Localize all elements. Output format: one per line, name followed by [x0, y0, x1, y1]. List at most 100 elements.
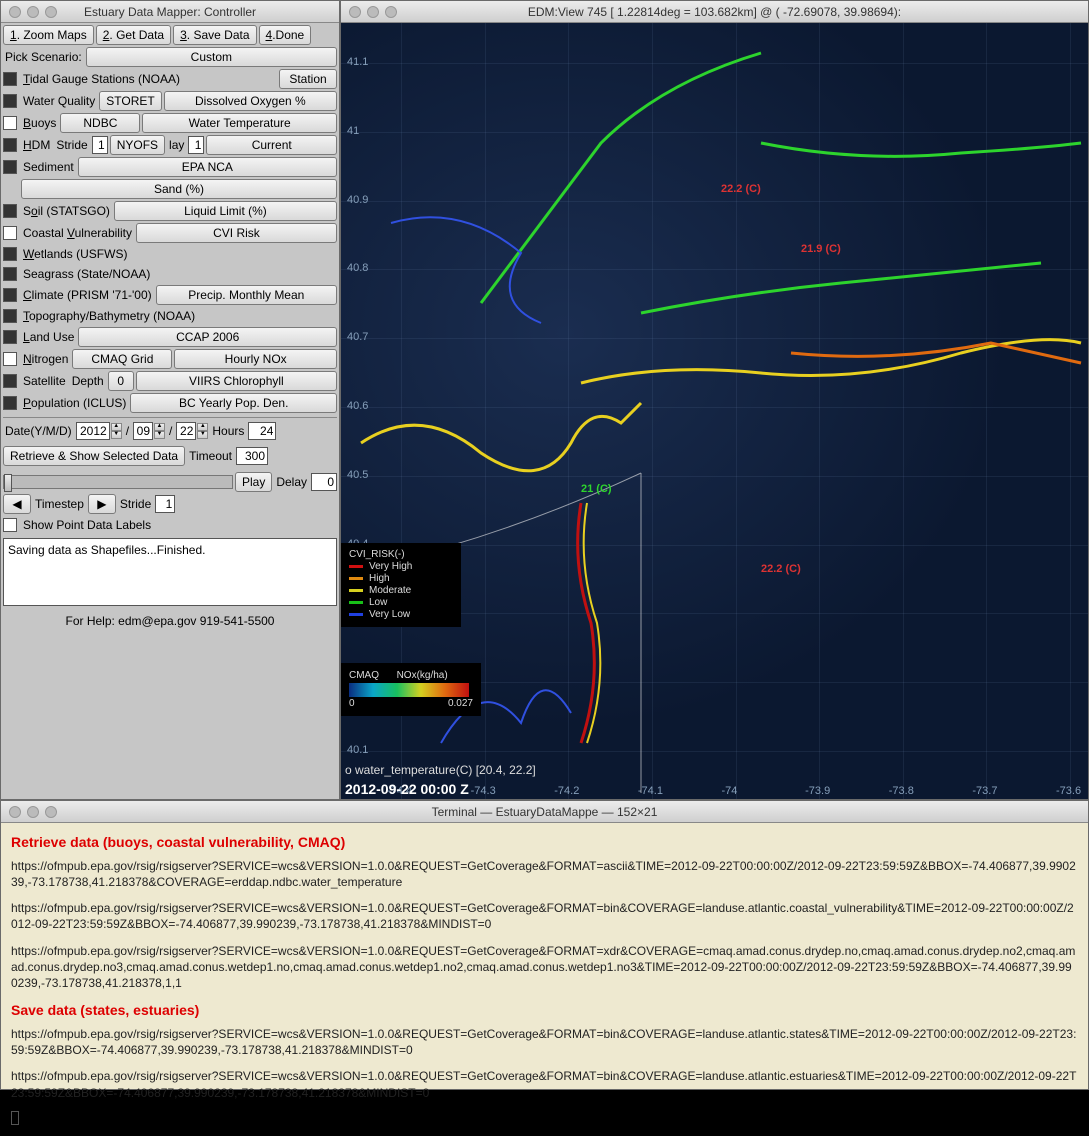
tab-save-data[interactable]: 3. Save Data: [173, 25, 256, 45]
terminal-line: https://ofmpub.epa.gov/rsig/rsigserver?S…: [11, 900, 1078, 932]
retrieve-button[interactable]: Retrieve & Show Selected Data: [3, 446, 185, 466]
month-spinner[interactable]: ▲▼: [154, 423, 165, 439]
timestep-next-button[interactable]: ▶: [88, 494, 116, 514]
hdm-lay-input[interactable]: [188, 136, 204, 154]
climate-label: Climate (PRISM '71-'00): [21, 286, 154, 304]
liquid-limit-btn[interactable]: Liquid Limit (%): [114, 201, 337, 221]
cvi-legend: CVI_RISK(-) Very HighHighModerateLowVery…: [341, 543, 461, 627]
terminal-line: https://ofmpub.epa.gov/rsig/rsigserver?S…: [11, 943, 1078, 992]
topo-checkbox[interactable]: [3, 309, 17, 323]
terminal-line: https://ofmpub.epa.gov/rsig/rsigserver?S…: [11, 1068, 1078, 1100]
waterquality-label: Water Quality: [21, 92, 97, 110]
terminal-output[interactable]: Retrieve data (buoys, coastal vulnerabil…: [1, 823, 1088, 1136]
hourly-nox-btn[interactable]: Hourly NOx: [174, 349, 337, 369]
sand-btn[interactable]: Sand (%): [21, 179, 337, 199]
seagrass-label: Seagrass (State/NOAA): [21, 265, 152, 283]
status-message: Saving data as Shapefiles...Finished.: [3, 538, 337, 606]
timestep-prev-button[interactable]: ◀: [3, 494, 31, 514]
dissolved-oxygen-btn[interactable]: Dissolved Oxygen %: [164, 91, 337, 111]
wetlands-checkbox[interactable]: [3, 247, 17, 261]
buoys-checkbox[interactable]: [3, 116, 17, 130]
legend-swatch: [349, 577, 363, 580]
hdm-lay-label: lay: [167, 136, 186, 154]
map-canvas[interactable]: 41.14140.940.840.740.640.540.440.340.240…: [341, 23, 1088, 799]
play-button[interactable]: Play: [235, 472, 272, 492]
population-checkbox[interactable]: [3, 396, 17, 410]
day-spinner[interactable]: ▲▼: [197, 423, 208, 439]
ndbc-btn[interactable]: NDBC: [60, 113, 140, 133]
scenario-select[interactable]: Custom: [86, 47, 337, 67]
cvi-legend-title: CVI_RISK(-): [349, 549, 453, 560]
cvi-risk-btn[interactable]: CVI Risk: [136, 223, 337, 243]
tidal-station-btn[interactable]: Station: [279, 69, 337, 89]
tidal-checkbox[interactable]: [3, 72, 17, 86]
play-slider[interactable]: [3, 475, 233, 489]
terminal-title: Terminal — EstuaryDataMappe — 152×21: [1, 805, 1088, 819]
popden-btn[interactable]: BC Yearly Pop. Den.: [130, 393, 337, 413]
controller-titlebar[interactable]: Estuary Data Mapper: Controller: [1, 1, 339, 23]
depth-label: Depth: [70, 372, 106, 390]
data-point: 22.2 (C): [721, 183, 761, 195]
sediment-label: Sediment: [21, 158, 76, 176]
topo-label: Topography/Bathymetry (NOAA): [21, 307, 197, 325]
timeout-input[interactable]: [236, 447, 268, 465]
terminal-titlebar[interactable]: Terminal — EstuaryDataMappe — 152×21: [1, 801, 1088, 823]
year-spinner[interactable]: ▲▼: [111, 423, 122, 439]
nitrogen-checkbox[interactable]: [3, 352, 17, 366]
stride-input[interactable]: [155, 495, 175, 513]
data-point: 21 (C): [581, 483, 612, 495]
month-input[interactable]: [133, 422, 153, 440]
water-temp-btn[interactable]: Water Temperature: [142, 113, 337, 133]
precip-btn[interactable]: Precip. Monthly Mean: [156, 285, 337, 305]
map-title: EDM:View 745 [ 1.22814deg = 103.682km] @…: [341, 5, 1088, 19]
current-btn[interactable]: Current: [206, 135, 337, 155]
hours-label: Hours: [210, 422, 246, 440]
map-window: EDM:View 745 [ 1.22814deg = 103.682km] @…: [340, 0, 1089, 800]
show-labels-checkbox[interactable]: [3, 518, 17, 532]
epanca-btn[interactable]: EPA NCA: [78, 157, 337, 177]
satellite-checkbox[interactable]: [3, 374, 17, 388]
delay-input[interactable]: [311, 473, 337, 491]
terminal-heading: Save data (states, estuaries): [11, 1001, 1078, 1020]
legend-swatch: [349, 589, 363, 592]
cmaq-grid-btn[interactable]: CMAQ Grid: [72, 349, 172, 369]
map-timestamp: 2012-09-22 00:00 Z: [345, 781, 469, 797]
hdm-checkbox[interactable]: [3, 138, 17, 152]
help-text: For Help: edm@epa.gov 919-541-5500: [64, 612, 277, 630]
cmaq-max: 0.027: [448, 698, 473, 709]
soil-label: Soil (STATSGO): [21, 202, 112, 220]
controller-title: Estuary Data Mapper: Controller: [1, 5, 339, 19]
year-input[interactable]: [76, 422, 110, 440]
tab-done[interactable]: 4.Done: [259, 25, 312, 45]
legend-label: Very High: [369, 561, 412, 572]
legend-label: High: [369, 573, 390, 584]
depth-btn[interactable]: 0: [108, 371, 134, 391]
landuse-label: Land Use: [21, 328, 76, 346]
controller-window: Estuary Data Mapper: Controller 1. Zoom …: [0, 0, 340, 800]
coastal-checkbox[interactable]: [3, 226, 17, 240]
nyofs-btn[interactable]: NYOFS: [110, 135, 165, 155]
cmaq-legend-var: NOx(kg/ha): [397, 670, 448, 681]
terminal-window: Terminal — EstuaryDataMappe — 152×21 Ret…: [0, 800, 1089, 1090]
waterquality-checkbox[interactable]: [3, 94, 17, 108]
storet-btn[interactable]: STORET: [99, 91, 161, 111]
timeout-label: Timeout: [187, 447, 234, 465]
hours-input[interactable]: [248, 422, 276, 440]
data-point: 22.2 (C): [761, 563, 801, 575]
scenario-label: Pick Scenario:: [3, 48, 84, 66]
viirs-btn[interactable]: VIIRS Chlorophyll: [136, 371, 337, 391]
day-input[interactable]: [176, 422, 196, 440]
map-titlebar[interactable]: EDM:View 745 [ 1.22814deg = 103.682km] @…: [341, 1, 1088, 23]
sediment-checkbox[interactable]: [3, 160, 17, 174]
landuse-checkbox[interactable]: [3, 330, 17, 344]
tab-zoom-maps[interactable]: 1. Zoom Maps: [3, 25, 94, 45]
hdm-stride-input[interactable]: [92, 136, 108, 154]
delay-label: Delay: [274, 473, 309, 491]
cmaq-min: 0: [349, 698, 355, 709]
seagrass-checkbox[interactable]: [3, 267, 17, 281]
climate-checkbox[interactable]: [3, 288, 17, 302]
tab-get-data[interactable]: 2. Get Data: [96, 25, 171, 45]
legend-swatch: [349, 613, 363, 616]
ccap-btn[interactable]: CCAP 2006: [78, 327, 337, 347]
soil-checkbox[interactable]: [3, 204, 17, 218]
